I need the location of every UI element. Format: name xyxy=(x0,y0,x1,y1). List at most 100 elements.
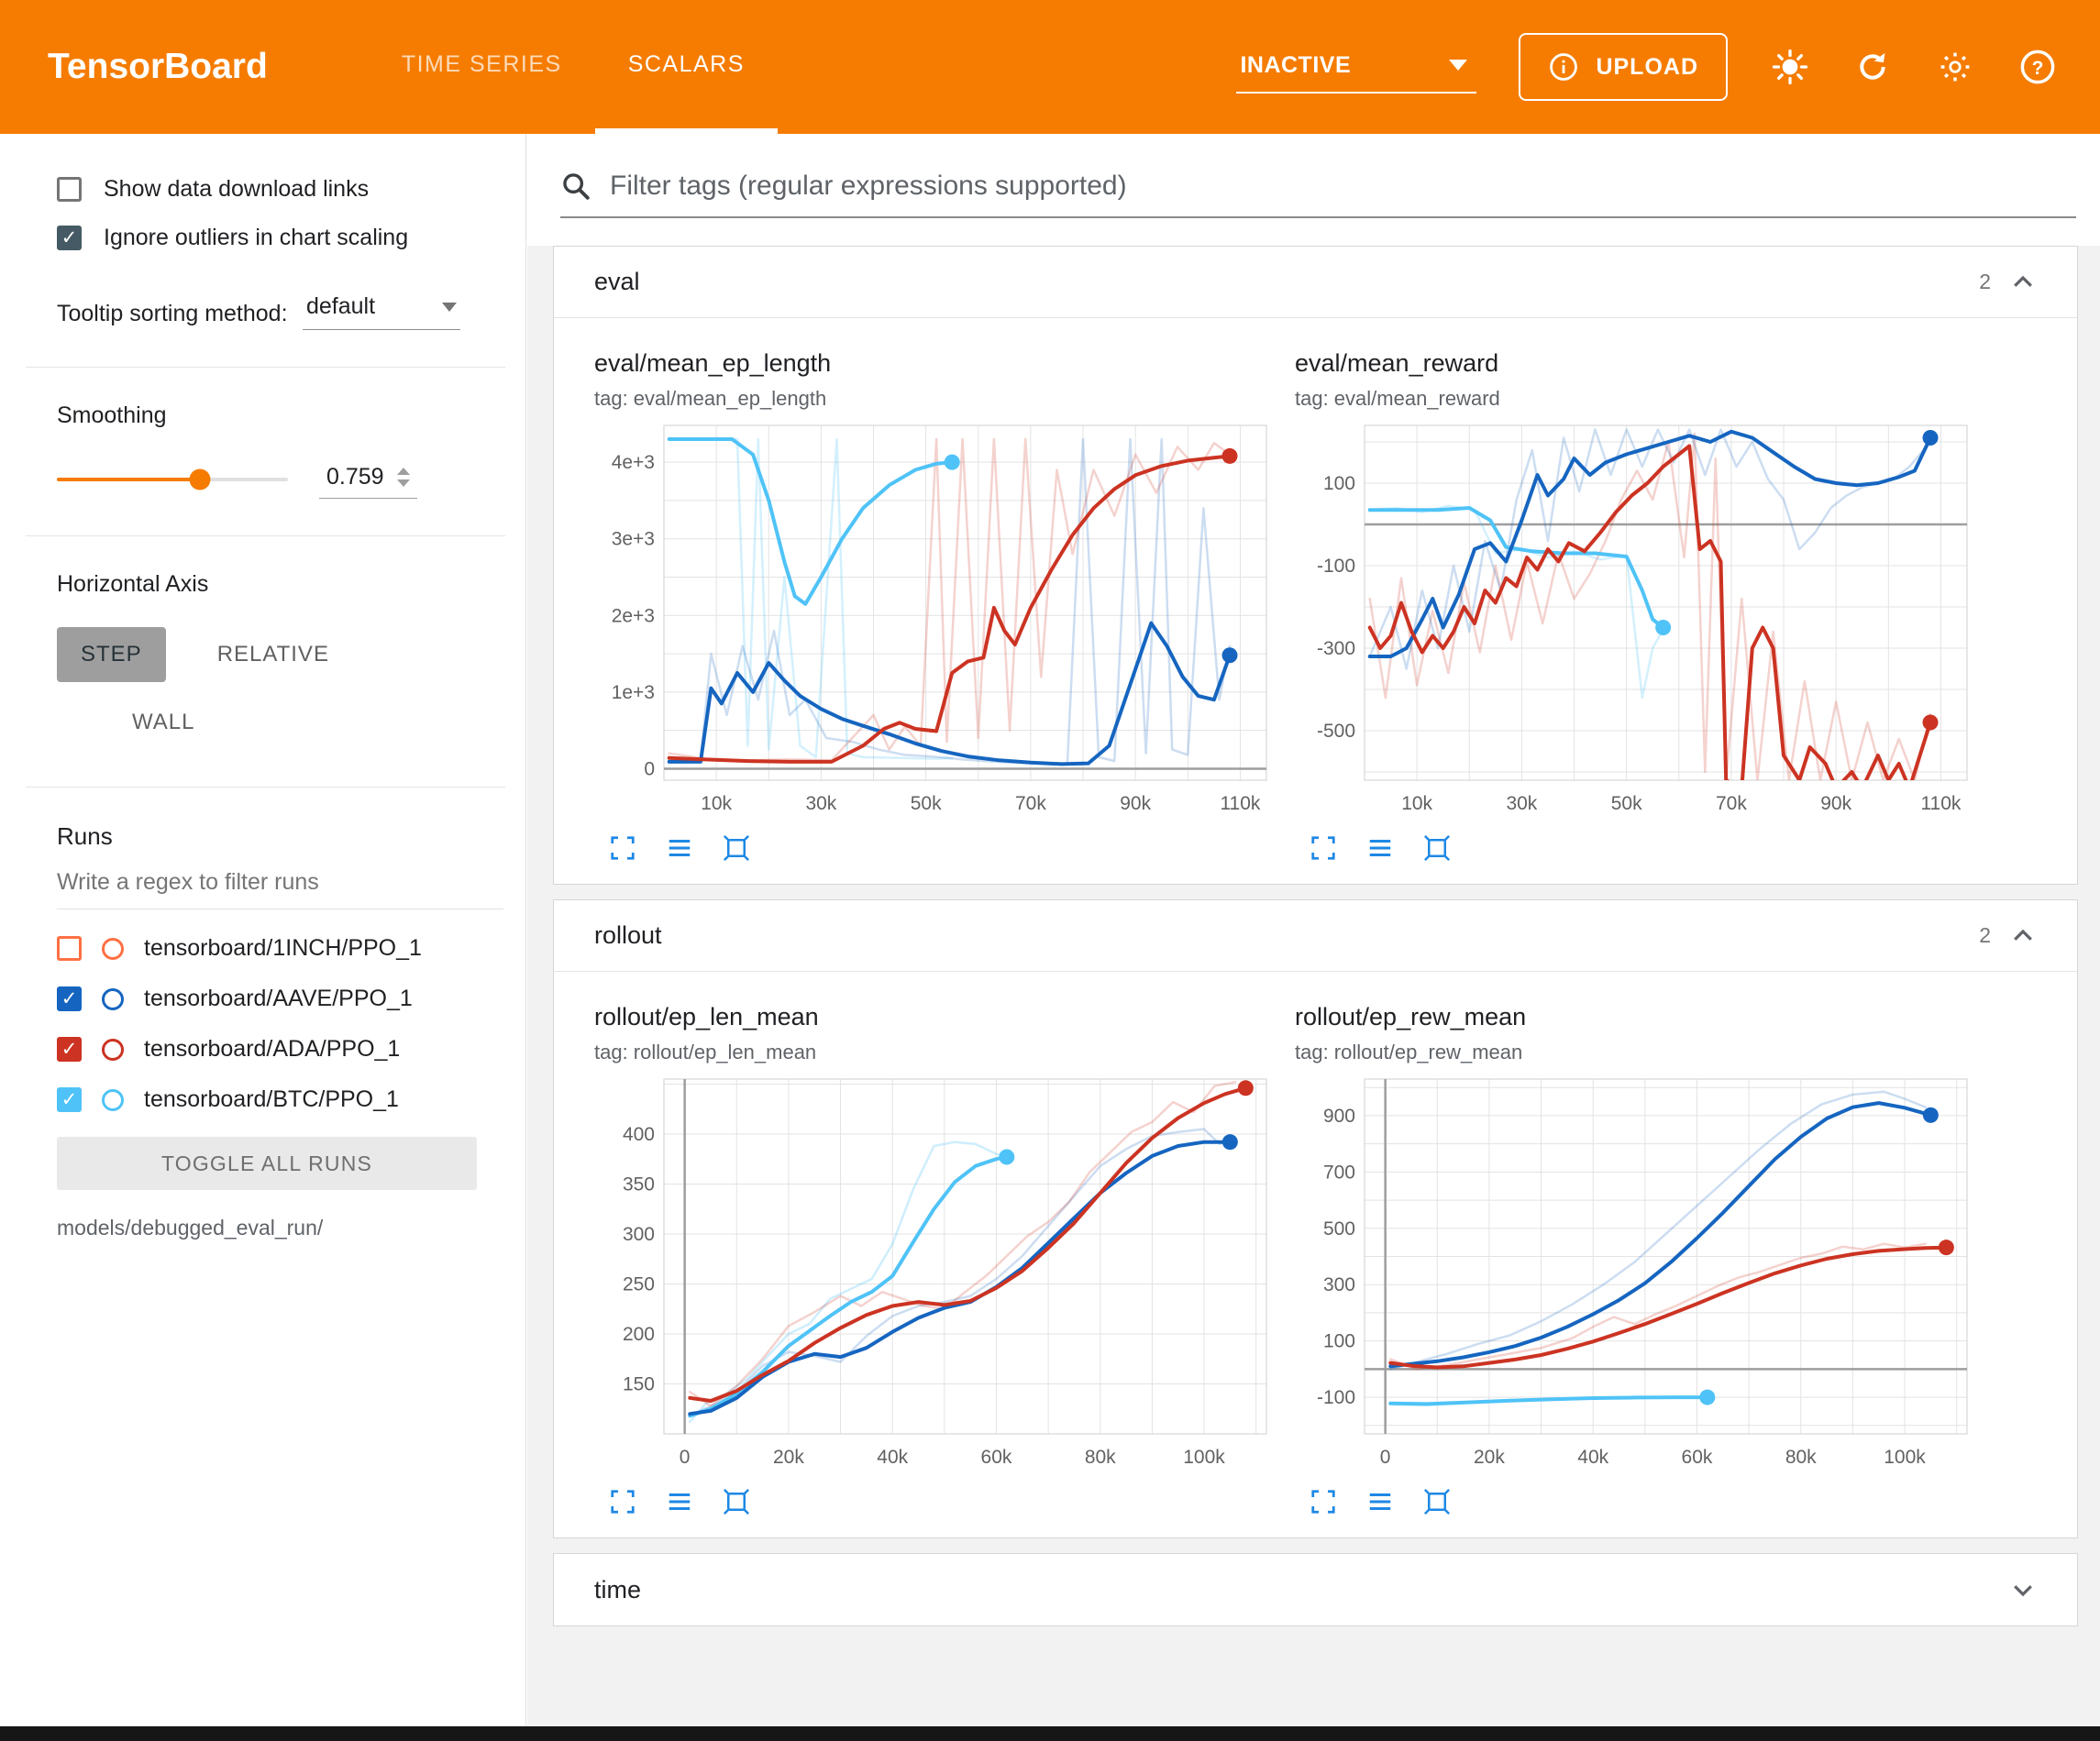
data-table-icon[interactable] xyxy=(1365,832,1396,864)
data-table-icon[interactable] xyxy=(664,832,695,864)
tooltip-sorting-select[interactable]: default xyxy=(303,288,460,330)
runs-path-label: models/debugged_eval_run/ xyxy=(57,1216,503,1240)
chart-title: rollout/ep_rew_mean xyxy=(1295,1003,1981,1031)
run-checkbox[interactable]: ✓ xyxy=(57,1037,82,1062)
svg-text:2e+3: 2e+3 xyxy=(612,605,655,626)
section-name: time xyxy=(594,1576,641,1604)
data-table-icon[interactable] xyxy=(1365,1486,1396,1517)
run-row-1inch[interactable]: tensorboard/1INCH/PPO_1 xyxy=(57,935,503,962)
svg-text:-100: -100 xyxy=(1317,1387,1355,1408)
stepper-icon[interactable] xyxy=(397,468,410,487)
tooltip-sorting-value: default xyxy=(306,293,375,320)
chevron-down-icon xyxy=(1449,60,1467,71)
section-header-eval[interactable]: eval 2 xyxy=(554,247,2077,318)
fit-data-icon[interactable] xyxy=(1421,832,1453,864)
ignore-outliers-row[interactable]: ✓ Ignore outliers in chart scaling xyxy=(57,225,503,251)
run-checkbox[interactable]: ✓ xyxy=(57,986,82,1011)
slider-fill xyxy=(57,478,200,481)
refresh-icon[interactable] xyxy=(1852,47,1893,87)
svg-text:400: 400 xyxy=(623,1124,655,1145)
tab-time-series[interactable]: TIME SERIES xyxy=(369,0,595,134)
run-row-ada[interactable]: ✓ tensorboard/ADA/PPO_1 xyxy=(57,1036,503,1063)
section-count: 2 xyxy=(1979,270,1991,294)
axis-button-wall[interactable]: WALL xyxy=(108,695,218,750)
slider-thumb[interactable] xyxy=(190,469,211,490)
smoothing-value-input[interactable]: 0.759 xyxy=(319,460,417,499)
section-name: rollout xyxy=(594,921,662,950)
smoothing-slider[interactable] xyxy=(57,478,288,481)
svg-text:90k: 90k xyxy=(1120,793,1151,814)
svg-text:0: 0 xyxy=(644,758,655,779)
svg-text:70k: 70k xyxy=(1015,793,1046,814)
section-header-rollout[interactable]: rollout 2 xyxy=(554,900,2077,972)
smoothing-label: Smoothing xyxy=(57,402,503,429)
axis-button-relative[interactable]: RELATIVE xyxy=(193,627,353,682)
status-dropdown-value: INACTIVE xyxy=(1240,52,1351,79)
chart-tag: tag: eval/mean_reward xyxy=(1295,387,1981,411)
ignore-outliers-checkbox[interactable]: ✓ xyxy=(57,226,82,250)
fullscreen-icon[interactable] xyxy=(607,832,638,864)
svg-text:-100: -100 xyxy=(1317,556,1355,577)
show-download-links-row[interactable]: Show data download links xyxy=(57,176,503,203)
tooltip-sorting-label: Tooltip sorting method: xyxy=(57,299,303,330)
fullscreen-icon[interactable] xyxy=(607,1486,638,1517)
chevron-up-icon[interactable] xyxy=(2009,922,2037,950)
svg-text:90k: 90k xyxy=(1820,793,1851,814)
run-checkbox[interactable] xyxy=(57,936,82,961)
toggle-all-runs-button[interactable]: TOGGLE ALL RUNS xyxy=(57,1137,477,1190)
run-checkbox[interactable]: ✓ xyxy=(57,1087,82,1112)
divider xyxy=(26,535,505,536)
svg-text:0: 0 xyxy=(680,1447,691,1468)
chart-tag: tag: eval/mean_ep_length xyxy=(594,387,1280,411)
section-header-time[interactable]: time xyxy=(554,1554,2077,1625)
run-color-circle xyxy=(102,1089,124,1111)
settings-gear-icon[interactable] xyxy=(1935,47,1975,87)
fullscreen-icon[interactable] xyxy=(1308,832,1339,864)
smoothing-value: 0.759 xyxy=(326,464,384,490)
run-color-circle xyxy=(102,938,124,960)
line-chart[interactable]: 10k30k50k70k90k110k01e+32e+33e+34e+3 xyxy=(594,414,1280,827)
line-chart[interactable]: 10k30k50k70k90k110k100-100-300-500 xyxy=(1295,414,1981,827)
data-table-icon[interactable] xyxy=(664,1486,695,1517)
svg-text:900: 900 xyxy=(1323,1106,1355,1127)
svg-text:150: 150 xyxy=(623,1373,655,1394)
svg-text:300: 300 xyxy=(623,1224,655,1245)
fit-data-icon[interactable] xyxy=(1421,1486,1453,1517)
brightness-icon[interactable] xyxy=(1770,47,1810,87)
fit-data-icon[interactable] xyxy=(721,1486,752,1517)
show-download-links-checkbox[interactable] xyxy=(57,177,82,202)
svg-text:-500: -500 xyxy=(1317,721,1355,742)
section-card-time: time xyxy=(553,1553,2078,1626)
search-icon xyxy=(560,171,591,202)
svg-text:350: 350 xyxy=(623,1174,655,1195)
svg-text:-300: -300 xyxy=(1317,638,1355,659)
chevron-up-icon[interactable] xyxy=(2009,269,2037,296)
run-row-btc[interactable]: ✓ tensorboard/BTC/PPO_1 xyxy=(57,1086,503,1113)
window-bottom-edge xyxy=(0,1726,2100,1741)
chart-title: rollout/ep_len_mean xyxy=(594,1003,1280,1031)
svg-text:40k: 40k xyxy=(877,1447,908,1468)
svg-text:110k: 110k xyxy=(1920,793,1961,814)
fullscreen-icon[interactable] xyxy=(1308,1486,1339,1517)
svg-text:50k: 50k xyxy=(911,793,942,814)
chart-card-eval-mean-reward: eval/mean_reward tag: eval/mean_reward 1… xyxy=(1295,349,1981,864)
help-icon[interactable]: ? xyxy=(2017,47,2058,87)
filter-tags-input[interactable]: Filter tags (regular expressions support… xyxy=(560,171,2076,218)
run-row-aave[interactable]: ✓ tensorboard/AAVE/PPO_1 xyxy=(57,986,503,1012)
upload-button[interactable]: UPLOAD xyxy=(1519,33,1728,101)
runs-filter-input[interactable]: Write a regex to filter runs xyxy=(57,851,503,909)
line-chart[interactable]: 020k40k60k80k100k-100100300500700900 xyxy=(1295,1068,1981,1481)
svg-text:300: 300 xyxy=(1323,1274,1355,1295)
chart-card-rollout-ep-rew-mean: rollout/ep_rew_mean tag: rollout/ep_rew_… xyxy=(1295,1003,1981,1517)
axis-button-step[interactable]: STEP xyxy=(57,627,166,682)
fit-data-icon[interactable] xyxy=(721,832,752,864)
tab-scalars[interactable]: SCALARS xyxy=(595,0,778,134)
chart-tag: tag: rollout/ep_rew_mean xyxy=(1295,1041,1981,1064)
line-chart[interactable]: 020k40k60k80k100k150200250300350400 xyxy=(594,1068,1280,1481)
chart-card-eval-mean-ep-length: eval/mean_ep_length tag: eval/mean_ep_le… xyxy=(594,349,1280,864)
status-dropdown[interactable]: INACTIVE xyxy=(1236,41,1476,94)
divider xyxy=(26,367,505,368)
chevron-down-icon[interactable] xyxy=(2009,1576,2037,1603)
svg-text:250: 250 xyxy=(623,1273,655,1295)
upload-label: UPLOAD xyxy=(1596,54,1698,81)
